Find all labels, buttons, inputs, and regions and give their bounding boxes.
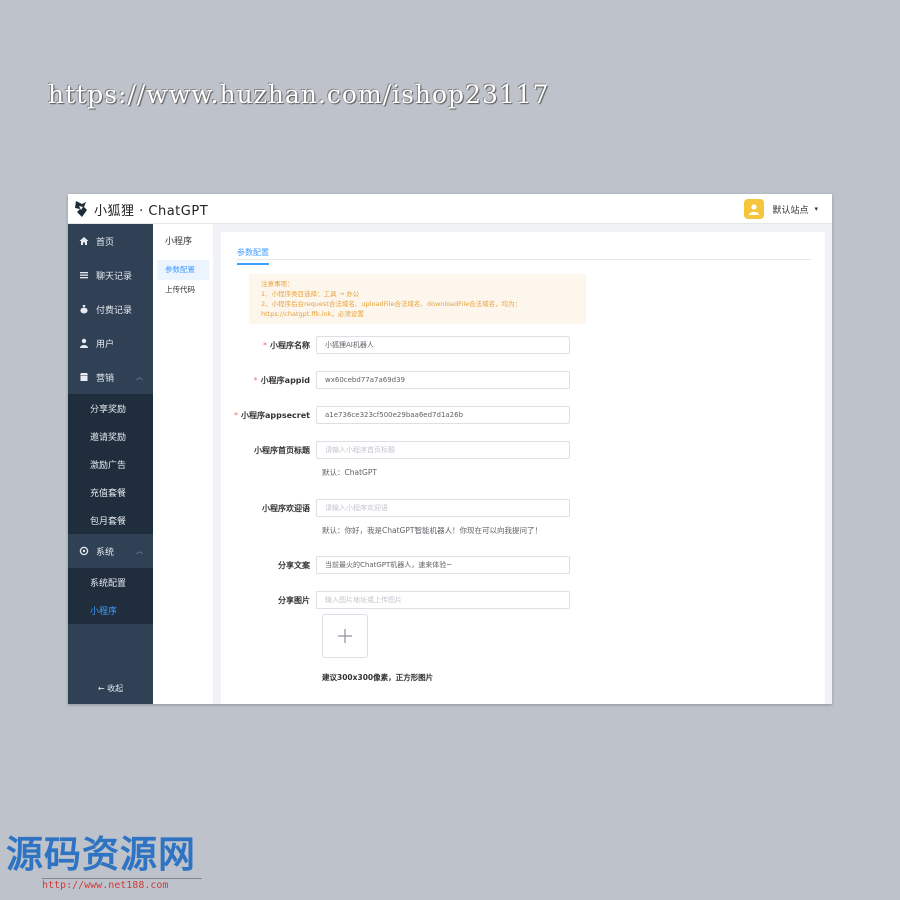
sidebar-item-chat-records[interactable]: 聊天记录 [68, 258, 153, 292]
sidebar-item-mini-program[interactable]: 小程序 [68, 596, 153, 624]
sidebar-item-payment-records[interactable]: 付费记录 [68, 292, 153, 326]
field-label: 小程序欢迎语 [262, 503, 310, 513]
required-mark: * [253, 375, 258, 385]
share-image-input[interactable] [316, 591, 570, 609]
sidebar-item-recharge-plans[interactable]: 充值套餐 [68, 478, 153, 506]
mini-program-name-input[interactable] [316, 336, 570, 354]
shop-icon [78, 371, 90, 383]
sidebar-item-label: 系统 [96, 547, 115, 558]
form-row-share-text: 分享文案 [221, 556, 570, 574]
sidebar-item-system-config[interactable]: 系统配置 [68, 568, 153, 596]
sidebar-item-label: 用户 [96, 339, 115, 350]
form-row-appsecret: * 小程序appsecret [221, 406, 570, 424]
field-label: 分享图片 [278, 595, 310, 605]
secondary-nav-title: 小程序 [165, 237, 193, 247]
sidebar-item-reward-ads[interactable]: 激励广告 [68, 450, 153, 478]
collapse-sidebar-button[interactable]: ← 收起 [68, 683, 153, 694]
sidebar-item-label: 首页 [96, 237, 115, 248]
home-title-hint: 默认：ChatGPT [322, 468, 377, 477]
field-label: 小程序appsecret [241, 410, 310, 420]
site-name: 默认站点 [772, 205, 809, 216]
subnav-item-params[interactable]: 参数配置 [157, 260, 209, 280]
main-content: 参数配置 注意事项： 1、小程序类目选择：工具 → 办公 2、小程序后台requ… [221, 232, 825, 704]
plus-icon [338, 629, 352, 643]
tab-params-config[interactable]: 参数配置 [237, 245, 269, 265]
sidebar-item-label: 营销 [96, 373, 115, 384]
list-icon [78, 269, 90, 281]
notice-line: https://chatgpt.ffk.ink，必须设置 [261, 310, 364, 318]
form-row-welcome: 小程序欢迎语 [221, 499, 570, 517]
appid-input[interactable] [316, 371, 570, 389]
form-row-share-image: 分享图片 [221, 591, 570, 609]
upload-tip: 建议300x300像素，正方形图片 [322, 673, 434, 682]
notice-box: 注意事项： 1、小程序类目选择：工具 → 办公 2、小程序后台request合法… [249, 274, 586, 324]
home-title-input[interactable] [316, 441, 570, 459]
logo[interactable]: 小狐狸 · ChatGPT [74, 199, 208, 219]
chevron-up-icon: ︿ [136, 547, 143, 555]
image-upload-button[interactable] [322, 614, 368, 658]
sidebar-item-home[interactable]: 首页 [68, 224, 153, 258]
required-mark: * [263, 340, 267, 350]
avatar [744, 199, 765, 219]
watermark-url-bottom: http://www.net188.com [42, 878, 202, 891]
welcome-input[interactable] [316, 499, 570, 517]
form-row-name: * 小程序名称 [221, 336, 570, 354]
system-submenu: 系统配置 小程序 [68, 568, 153, 624]
chevron-down-icon: ▾ [814, 205, 818, 213]
appsecret-input[interactable] [316, 406, 570, 424]
sidebar-item-label: 付费记录 [96, 305, 133, 316]
notice-line: 1、小程序类目选择：工具 → 办公 [261, 290, 360, 298]
user-avatar-icon [749, 204, 760, 215]
sidebar-item-share-reward[interactable]: 分享奖励 [68, 394, 153, 422]
sidebar-item-label: 聊天记录 [96, 271, 133, 282]
watermark-bottom: 源码资源网 http://www.net188.com [6, 832, 202, 891]
marketing-submenu: 分享奖励 邀请奖励 激励广告 充值套餐 包月套餐 [68, 394, 153, 534]
user-icon [78, 337, 90, 349]
tab-bar: 参数配置 [237, 240, 811, 265]
sidebar: 首页 聊天记录 付费记录 用户 营销 ︿ 分享奖励 邀请奖励 激励广告 充值套餐… [68, 224, 153, 704]
field-label: 小程序appid [260, 375, 310, 385]
share-text-input[interactable] [316, 556, 570, 574]
top-bar: 小狐狸 · ChatGPT 默认站点 ▾ [68, 194, 832, 224]
sidebar-item-monthly-plans[interactable]: 包月套餐 [68, 506, 153, 534]
watermark-url-top: https://www.huzhan.com/ishop23117 [48, 80, 550, 109]
field-label: 小程序名称 [270, 340, 310, 350]
form-row-home-title: 小程序首页标题 [221, 441, 570, 459]
notice-line: 2、小程序后台request合法域名、uploadFile合法域名、downlo… [261, 300, 522, 308]
field-label: 分享文案 [278, 560, 310, 570]
home-icon [78, 235, 90, 247]
secondary-nav: 小程序 参数配置 上传代码 [153, 224, 213, 704]
user-menu[interactable]: 默认站点 ▾ [744, 198, 818, 220]
field-label: 小程序首页标题 [254, 445, 310, 455]
chevron-up-icon: ︿ [136, 373, 143, 381]
sidebar-item-marketing[interactable]: 营销 ︿ [68, 360, 153, 394]
watermark-brand: 源码资源网 [6, 832, 196, 876]
sidebar-item-users[interactable]: 用户 [68, 326, 153, 360]
app-title: 小狐狸 · ChatGPT [94, 203, 209, 219]
fox-logo-icon [75, 201, 87, 217]
required-mark: * [234, 410, 239, 420]
gear-icon [78, 545, 90, 557]
form-row-appid: * 小程序appid [221, 371, 570, 389]
money-bag-icon [78, 303, 90, 315]
notice-line: 注意事项： [261, 280, 294, 288]
welcome-hint: 默认：你好，我是ChatGPT智能机器人！你现在可以向我提问了！ [322, 526, 542, 535]
sidebar-item-system[interactable]: 系统 ︿ [68, 534, 153, 568]
sidebar-item-invite-reward[interactable]: 邀请奖励 [68, 422, 153, 450]
admin-window: 小狐狸 · ChatGPT 默认站点 ▾ 首页 聊天记录 付费记录 用户 营销 … [68, 194, 832, 704]
subnav-item-upload-code[interactable]: 上传代码 [153, 280, 213, 300]
